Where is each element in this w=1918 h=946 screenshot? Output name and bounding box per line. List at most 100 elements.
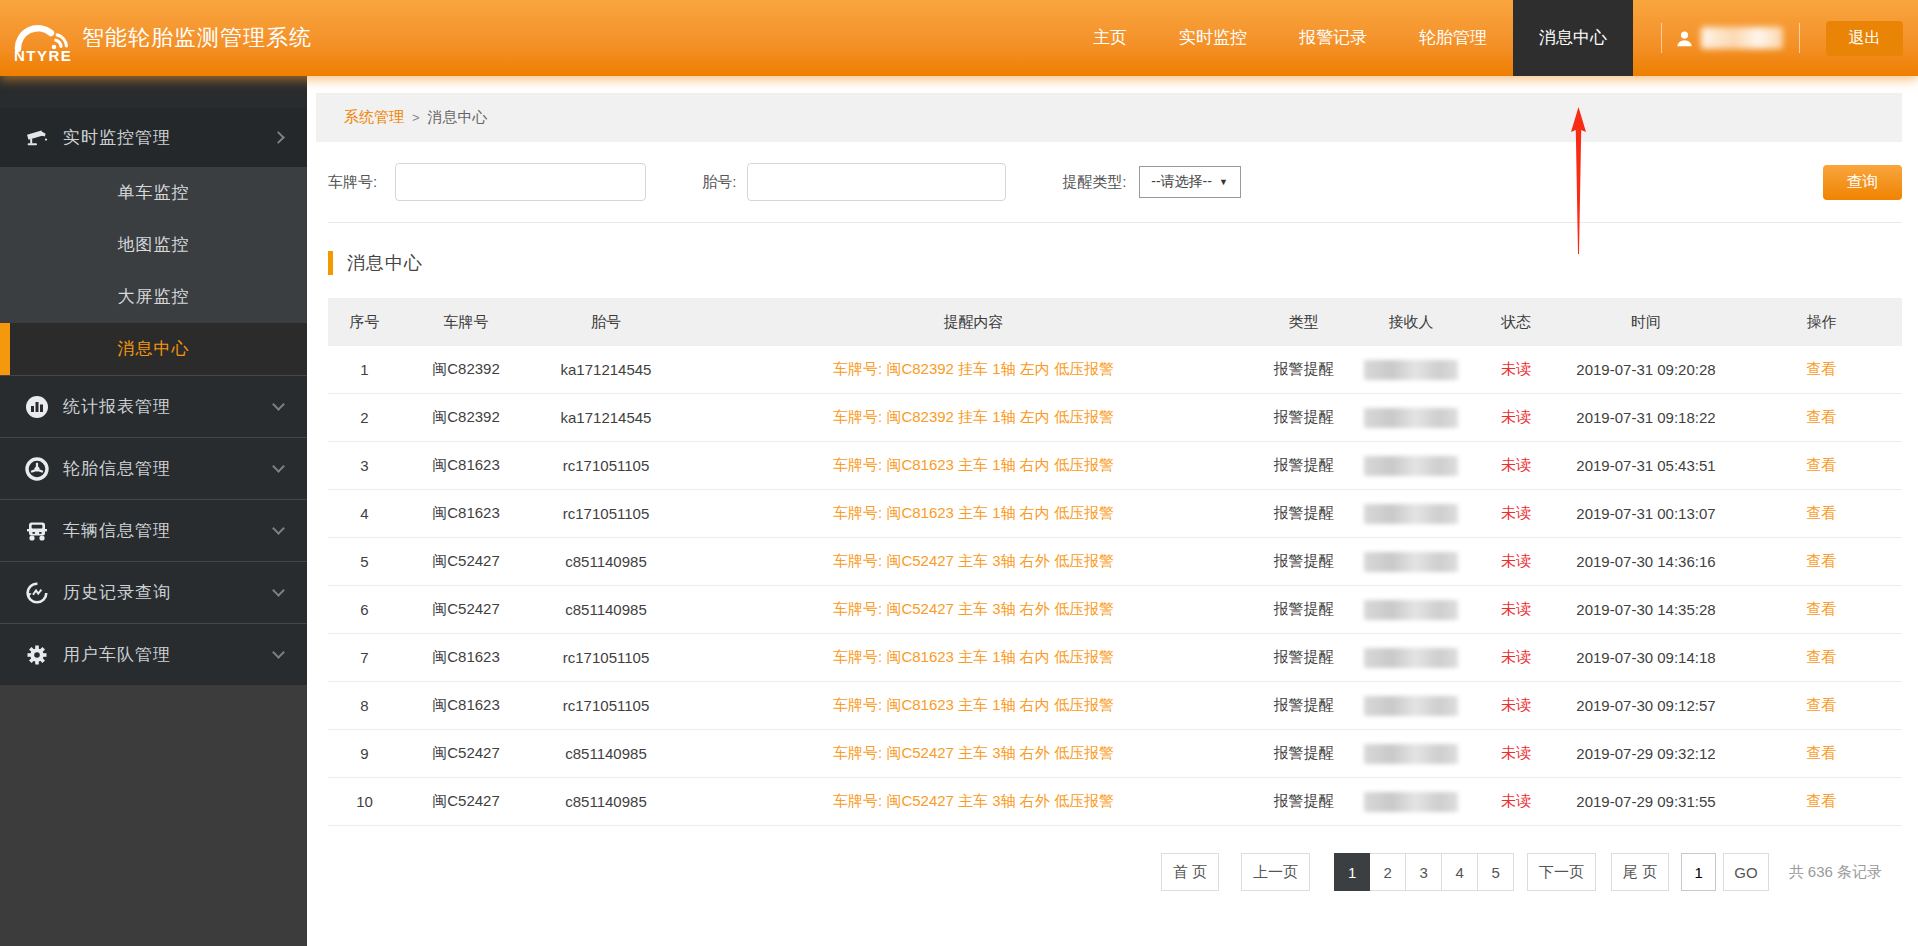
section-accent-bar: [328, 251, 333, 275]
page-first-button[interactable]: 首 页: [1161, 853, 1219, 891]
page-go-button[interactable]: GO: [1723, 853, 1768, 891]
tire-number-label: 胎号:: [702, 173, 736, 192]
cell-time: 2019-07-29 09:31:55: [1551, 793, 1741, 810]
cell-content: 车牌号: 闽C52427 主车 3轴 右外 低压报警: [681, 792, 1266, 811]
brand-logo-icon: NTYRE: [14, 11, 72, 65]
receiver-masked: [1364, 552, 1458, 572]
cell-content: 车牌号: 闽C52427 主车 3轴 右外 低压报警: [681, 744, 1266, 763]
cell-type: 报警提醒: [1266, 648, 1341, 667]
gear-icon: [25, 643, 49, 667]
col-header-status: 状态: [1481, 313, 1551, 332]
page-number-button[interactable]: 3: [1406, 853, 1442, 891]
cell-tire: rc171051105: [531, 697, 681, 714]
view-link[interactable]: 查看: [1807, 744, 1837, 761]
app-header: NTYRE 智能轮胎监测管理系统 主页 实时监控 报警记录 轮胎管理 消息中心 …: [0, 0, 1918, 76]
view-link[interactable]: 查看: [1807, 696, 1837, 713]
search-button[interactable]: 查询: [1823, 165, 1902, 200]
cell-receiver: [1341, 456, 1481, 476]
sidebar-submenu-item[interactable]: 大屏监控: [0, 271, 307, 323]
page-number-button[interactable]: 2: [1370, 853, 1406, 891]
truck-icon: [25, 519, 49, 543]
sidebar-group[interactable]: 轮胎信息管理: [0, 437, 307, 499]
topnav-item[interactable]: 报警记录: [1273, 0, 1393, 76]
cell-status: 未读: [1481, 744, 1551, 763]
user-icon: [1676, 30, 1693, 47]
receiver-masked: [1364, 744, 1458, 764]
cell-tire: rc171051105: [531, 649, 681, 666]
topnav-item[interactable]: 轮胎管理: [1393, 0, 1513, 76]
page-prev-button[interactable]: 上一页: [1241, 853, 1310, 891]
view-link[interactable]: 查看: [1807, 504, 1837, 521]
cell-content: 车牌号: 闽C81623 主车 1轴 右内 低压报警: [681, 504, 1266, 523]
cell-time: 2019-07-30 14:36:16: [1551, 553, 1741, 570]
cell-status: 未读: [1481, 552, 1551, 571]
logout-button[interactable]: 退出: [1826, 21, 1903, 56]
camera-icon: [25, 126, 49, 150]
page-last-button[interactable]: 尾 页: [1611, 853, 1669, 891]
cell-time: 2019-07-30 09:14:18: [1551, 649, 1741, 666]
cell-plate: 闽C81623: [401, 504, 531, 523]
sidebar-groups: 统计报表管理 轮胎信息管理 车辆信息管理 历史记录查询: [0, 375, 307, 685]
sidebar-group[interactable]: 历史记录查询: [0, 561, 307, 623]
view-link[interactable]: 查看: [1807, 792, 1837, 809]
view-link[interactable]: 查看: [1807, 648, 1837, 665]
page-number-button[interactable]: 1: [1334, 853, 1370, 891]
topnav-item[interactable]: 实时监控: [1153, 0, 1273, 76]
receiver-masked: [1364, 360, 1458, 380]
breadcrumb-parent[interactable]: 系统管理: [344, 108, 404, 127]
topnav-item[interactable]: 消息中心: [1513, 0, 1633, 76]
sidebar-submenu-item[interactable]: 消息中心: [0, 323, 307, 375]
cell-no: 2: [328, 409, 401, 426]
view-link[interactable]: 查看: [1807, 600, 1837, 617]
tire-number-input[interactable]: [747, 163, 1006, 201]
cell-type: 报警提醒: [1266, 552, 1341, 571]
plate-number-input[interactable]: [395, 163, 646, 201]
cell-status: 未读: [1481, 408, 1551, 427]
cell-tire: ka171214545: [531, 361, 681, 378]
cell-receiver: [1341, 648, 1481, 668]
sidebar-submenu-item[interactable]: 地图监控: [0, 219, 307, 271]
col-header-content: 提醒内容: [681, 313, 1266, 332]
receiver-masked: [1364, 408, 1458, 428]
table-row: 6 闽C52427 c851140985 车牌号: 闽C52427 主车 3轴 …: [328, 586, 1902, 634]
cell-receiver: [1341, 792, 1481, 812]
table-row: 1 闽C82392 ka171214545 车牌号: 闽C82392 挂车 1轴…: [328, 346, 1902, 394]
cell-tire: rc171051105: [531, 505, 681, 522]
cell-status: 未读: [1481, 600, 1551, 619]
cell-type: 报警提醒: [1266, 504, 1341, 523]
table-row: 9 闽C52427 c851140985 车牌号: 闽C52427 主车 3轴 …: [328, 730, 1902, 778]
cell-no: 1: [328, 361, 401, 378]
page-next-button[interactable]: 下一页: [1527, 853, 1596, 891]
view-link[interactable]: 查看: [1807, 456, 1837, 473]
cell-time: 2019-07-31 09:18:22: [1551, 409, 1741, 426]
cell-type: 报警提醒: [1266, 696, 1341, 715]
cell-tire: c851140985: [531, 745, 681, 762]
sidebar-group-realtime-monitor[interactable]: 实时监控管理: [0, 108, 307, 167]
sidebar-submenu-item[interactable]: 单车监控: [0, 167, 307, 219]
sidebar-group[interactable]: 统计报表管理: [0, 375, 307, 437]
cell-plate: 闽C52427: [401, 744, 531, 763]
sidebar-group[interactable]: 用户车队管理: [0, 623, 307, 685]
sidebar-group[interactable]: 车辆信息管理: [0, 499, 307, 561]
page-number-button[interactable]: 4: [1442, 853, 1478, 891]
view-link[interactable]: 查看: [1807, 408, 1837, 425]
plate-number-label: 车牌号:: [328, 173, 377, 192]
main-content: 系统管理 > 消息中心 车牌号: 胎号: 提醒类型: --请选择-- ▼ 查询 …: [307, 76, 1918, 946]
cell-status: 未读: [1481, 456, 1551, 475]
annotation-arrow-up: [1559, 105, 1599, 257]
receiver-masked: [1364, 504, 1458, 524]
chevron-down-icon: [272, 646, 285, 659]
reminder-type-select[interactable]: --请选择-- ▼: [1139, 166, 1241, 198]
cell-plate: 闽C81623: [401, 648, 531, 667]
cell-tire: ka171214545: [531, 409, 681, 426]
topnav-item[interactable]: 主页: [1067, 0, 1153, 76]
chevron-down-icon: [272, 398, 285, 411]
table-body: 1 闽C82392 ka171214545 车牌号: 闽C82392 挂车 1轴…: [328, 346, 1902, 826]
cell-content: 车牌号: 闽C82392 挂车 1轴 左内 低压报警: [681, 408, 1266, 427]
cell-type: 报警提醒: [1266, 360, 1341, 379]
page-number-button[interactable]: 5: [1478, 853, 1514, 891]
view-link[interactable]: 查看: [1807, 360, 1837, 377]
user-area: 退出: [1633, 0, 1918, 76]
page-goto-input[interactable]: [1681, 853, 1716, 891]
view-link[interactable]: 查看: [1807, 552, 1837, 569]
